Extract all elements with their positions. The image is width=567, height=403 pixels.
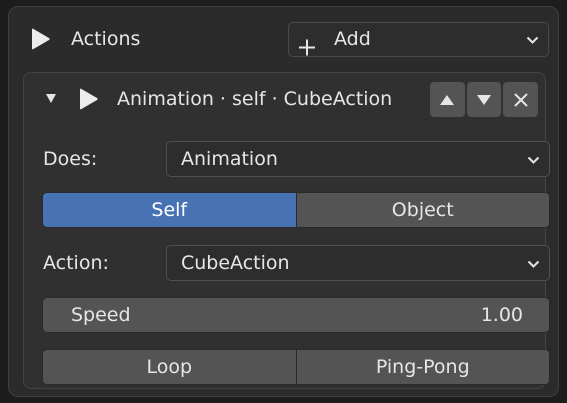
playback-toggle: Loop Ping-Pong xyxy=(42,349,550,385)
close-icon xyxy=(513,92,528,107)
panel-controls xyxy=(430,82,539,117)
action-panel: Animation · self · CubeAction Does: Anim… xyxy=(23,72,550,389)
add-label: Add xyxy=(334,28,371,50)
chevron-down-icon xyxy=(527,156,540,164)
action-value: CubeAction xyxy=(181,252,290,274)
add-action-dropdown[interactable]: Add xyxy=(288,22,549,57)
speed-field[interactable]: Speed 1.00 xyxy=(42,297,550,333)
chevron-down-icon xyxy=(526,36,539,44)
action-label: Action: xyxy=(43,252,109,274)
disclosure-triangle-down-icon[interactable] xyxy=(46,94,56,103)
move-down-button[interactable] xyxy=(466,82,502,117)
target-toggle: Self Object xyxy=(42,192,550,228)
panel-title: Animation · self · CubeAction xyxy=(117,88,393,110)
self-option[interactable]: Self xyxy=(43,193,296,227)
remove-button[interactable] xyxy=(503,82,539,117)
actions-title: Actions xyxy=(71,28,141,50)
loop-option[interactable]: Loop xyxy=(43,350,296,384)
chevron-down-icon xyxy=(527,260,540,268)
does-value: Animation xyxy=(181,148,278,170)
actions-container: Actions Add Animation · self · CubeActio… xyxy=(8,6,559,397)
actions-header: Actions Add xyxy=(9,19,558,59)
move-up-button[interactable] xyxy=(430,82,465,117)
action-dropdown[interactable]: CubeAction xyxy=(166,245,550,281)
triangle-up-icon xyxy=(440,94,455,105)
does-dropdown[interactable]: Animation xyxy=(166,141,550,177)
plus-icon xyxy=(299,39,315,56)
triangle-down-icon xyxy=(477,94,491,105)
object-option[interactable]: Object xyxy=(295,193,549,227)
play-icon[interactable] xyxy=(77,88,99,110)
speed-value: 1.00 xyxy=(480,304,523,326)
ping-pong-option[interactable]: Ping-Pong xyxy=(295,350,549,384)
play-icon[interactable] xyxy=(29,28,51,50)
does-label: Does: xyxy=(43,148,98,170)
speed-label: Speed xyxy=(71,304,131,326)
